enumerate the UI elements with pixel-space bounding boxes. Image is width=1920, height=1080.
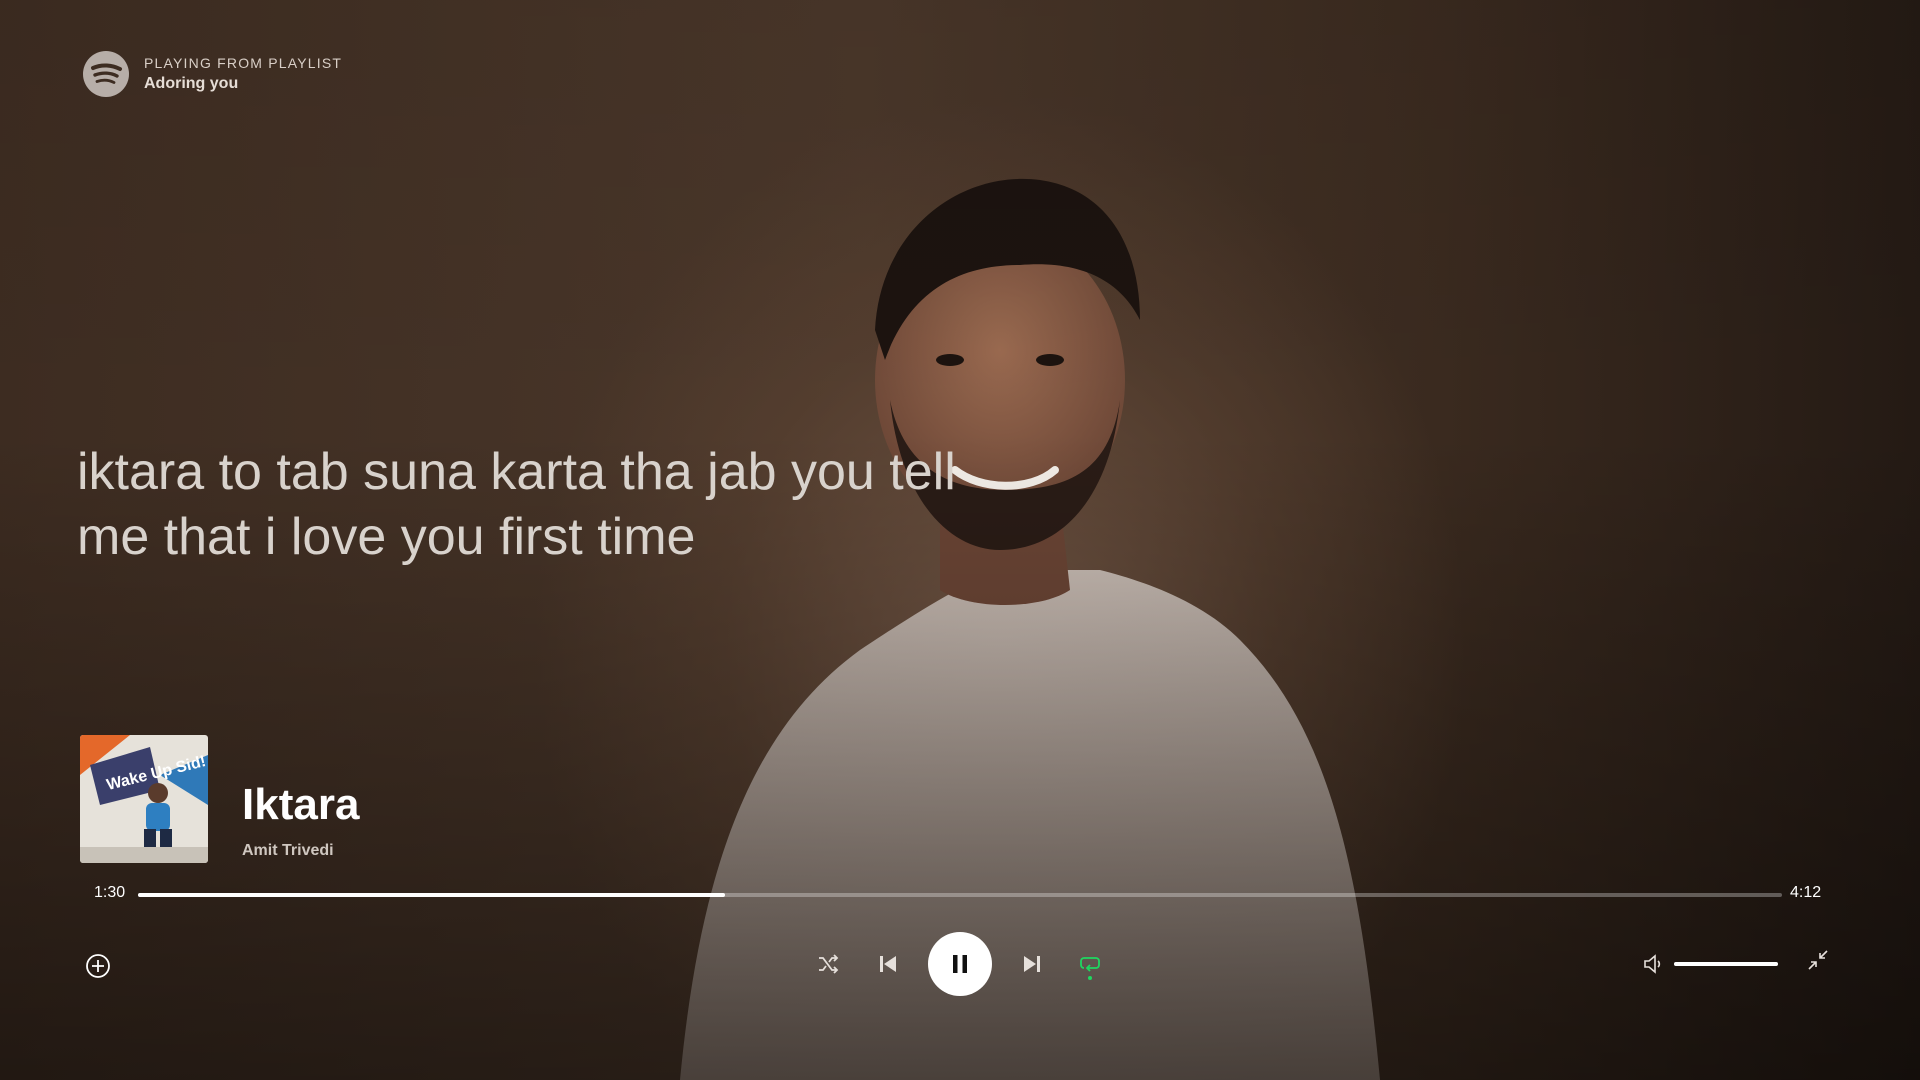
lyrics-line: iktara to tab suna karta tha jab you tel… — [77, 443, 956, 566]
repeat-icon — [1080, 957, 1100, 972]
context-label: PLAYING FROM PLAYLIST — [144, 55, 343, 71]
volume-button[interactable] — [1640, 950, 1668, 978]
track-title[interactable]: Iktara — [242, 780, 359, 830]
exit-fullscreen-button[interactable] — [1804, 946, 1832, 974]
shuffle-button[interactable] — [814, 950, 842, 978]
playing-context[interactable]: PLAYING FROM PLAYLIST Adoring you — [82, 50, 342, 98]
progress-fill — [138, 893, 725, 897]
volume-fill — [1674, 962, 1778, 966]
repeat-active-dot — [1088, 976, 1092, 980]
elapsed-time: 1:30 — [94, 884, 126, 901]
plus-circle-icon — [86, 954, 110, 978]
skip-previous-icon — [880, 956, 896, 972]
pause-button[interactable] — [928, 932, 992, 996]
speaker-icon — [1644, 954, 1661, 974]
minimize-icon — [1808, 950, 1828, 970]
playlist-name[interactable]: Adoring you — [144, 75, 342, 93]
repeat-button[interactable] — [1076, 950, 1104, 982]
next-button[interactable] — [1018, 950, 1046, 978]
pause-icon — [953, 955, 967, 973]
progress-bar[interactable] — [138, 893, 1782, 897]
skip-next-icon — [1024, 956, 1040, 972]
volume-slider[interactable] — [1674, 962, 1778, 966]
previous-button[interactable] — [874, 950, 902, 978]
track-artist[interactable]: Amit Trivedi — [242, 842, 334, 860]
album-cover[interactable]: Wake Up Sid! — [80, 735, 208, 863]
add-to-library-button[interactable] — [82, 950, 114, 982]
spotify-logo — [83, 51, 129, 97]
total-time: 4:12 — [1790, 884, 1822, 901]
album-cover-art: Wake Up Sid! — [80, 735, 208, 863]
shuffle-icon — [819, 954, 839, 974]
